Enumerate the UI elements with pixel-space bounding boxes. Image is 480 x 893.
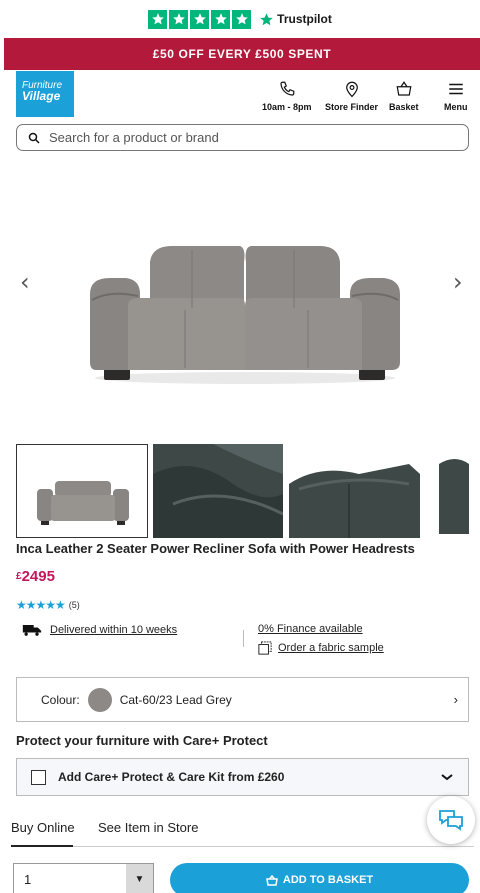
menu-label: Menu bbox=[444, 102, 468, 112]
trustpilot-stars bbox=[148, 9, 252, 29]
quantity-value: 1 bbox=[24, 871, 32, 887]
menu-button[interactable]: Menu bbox=[444, 80, 468, 112]
finance-label: 0% Finance available bbox=[258, 623, 363, 635]
star-icon bbox=[211, 9, 231, 29]
care-protect-heading: Protect your furniture with Care+ Protec… bbox=[16, 733, 268, 748]
location-pin-icon bbox=[345, 81, 358, 98]
trustpilot-banner[interactable]: Trustpilot bbox=[0, 0, 480, 38]
tabs-divider bbox=[11, 846, 474, 847]
chevron-down-icon bbox=[441, 774, 453, 781]
chevron-right-icon: › bbox=[453, 692, 458, 707]
product-price: £2495 bbox=[16, 568, 55, 585]
truck-icon bbox=[22, 625, 42, 636]
brand-logo[interactable]: Furniture Village bbox=[16, 71, 74, 117]
thumbnail-detail-image bbox=[153, 444, 283, 538]
product-main-image[interactable] bbox=[80, 190, 410, 400]
basket-button[interactable]: Basket bbox=[389, 80, 419, 112]
search-bar[interactable] bbox=[16, 124, 469, 151]
thumbnail-3[interactable] bbox=[289, 444, 420, 538]
brand-line-2: Village bbox=[22, 89, 61, 103]
trustpilot-star-icon bbox=[260, 12, 273, 25]
search-icon bbox=[28, 132, 40, 144]
search-input[interactable] bbox=[49, 130, 429, 145]
opening-hours-button[interactable]: 10am - 8pm bbox=[262, 80, 312, 112]
care-protect-option[interactable]: Add Care+ Protect & Care Kit from £260 bbox=[16, 758, 469, 796]
finance-link[interactable]: 0% Finance available bbox=[258, 623, 363, 635]
thumbnail-sofa-front-image bbox=[17, 445, 147, 537]
colour-value: Cat-60/23 Lead Grey bbox=[119, 692, 232, 707]
basket-icon bbox=[265, 874, 278, 886]
thumbnail-headrest-image bbox=[289, 444, 420, 538]
gallery-prev-button[interactable]: ‹ bbox=[20, 268, 30, 296]
thumbnail-4[interactable] bbox=[425, 444, 469, 538]
store-finder-label: Store Finder bbox=[325, 102, 379, 112]
thumbnail-side-image bbox=[425, 444, 469, 538]
info-divider bbox=[243, 630, 244, 647]
fabric-swatch-icon bbox=[258, 641, 272, 655]
colour-selector[interactable]: Colour: Cat-60/23 Lead Grey › bbox=[16, 677, 469, 722]
trustpilot-logo: Trustpilot bbox=[259, 12, 332, 27]
hamburger-menu-icon bbox=[449, 83, 463, 95]
quantity-select[interactable]: 1 ▼ bbox=[13, 863, 154, 893]
add-to-basket-label: ADD TO BASKET bbox=[282, 874, 374, 886]
trustpilot-label: Trustpilot bbox=[277, 12, 332, 26]
star-icon bbox=[190, 9, 210, 29]
thumbnail-1[interactable] bbox=[16, 444, 148, 538]
basket-icon bbox=[396, 81, 412, 96]
delivery-label: Delivered within 10 weeks bbox=[50, 624, 178, 636]
product-rating[interactable]: ★★★★★ (5) bbox=[16, 598, 80, 612]
product-title: Inca Leather 2 Seater Power Recliner Sof… bbox=[16, 541, 415, 556]
star-icon bbox=[148, 9, 168, 29]
care-protect-label: Add Care+ Protect & Care Kit from £260 bbox=[58, 770, 285, 784]
rating-stars-icon: ★★★★★ bbox=[16, 598, 66, 612]
tab-active-indicator bbox=[11, 845, 73, 847]
opening-hours-label: 10am - 8pm bbox=[262, 102, 312, 112]
phone-icon bbox=[280, 81, 295, 96]
add-to-basket-button[interactable]: ADD TO BASKET bbox=[170, 863, 469, 893]
colour-swatch bbox=[87, 687, 112, 712]
store-finder-button[interactable]: Store Finder bbox=[325, 80, 378, 112]
promo-text: £50 OFF EVERY £500 SPENT bbox=[152, 47, 332, 61]
fabric-sample-link[interactable]: Order a fabric sample bbox=[258, 641, 384, 655]
star-icon bbox=[232, 9, 252, 29]
fabric-sample-label: Order a fabric sample bbox=[278, 642, 384, 654]
tab-see-in-store[interactable]: See Item in Store bbox=[98, 820, 198, 835]
chat-bubbles-icon bbox=[439, 810, 463, 831]
thumbnail-2[interactable] bbox=[153, 444, 283, 538]
colour-label: Colour: bbox=[41, 692, 80, 707]
tab-buy-online[interactable]: Buy Online bbox=[11, 820, 75, 835]
chat-button[interactable] bbox=[427, 796, 475, 844]
star-icon bbox=[169, 9, 189, 29]
promo-banner[interactable]: £50 OFF EVERY £500 SPENT bbox=[4, 38, 480, 70]
dropdown-arrow-icon: ▼ bbox=[126, 864, 153, 893]
price-value: 2495 bbox=[21, 568, 55, 585]
review-count: (5) bbox=[68, 600, 80, 610]
care-protect-checkbox[interactable] bbox=[31, 769, 46, 785]
gallery-next-button[interactable]: › bbox=[453, 268, 463, 296]
basket-label: Basket bbox=[389, 102, 419, 112]
delivery-info-link[interactable]: Delivered within 10 weeks bbox=[22, 623, 177, 637]
